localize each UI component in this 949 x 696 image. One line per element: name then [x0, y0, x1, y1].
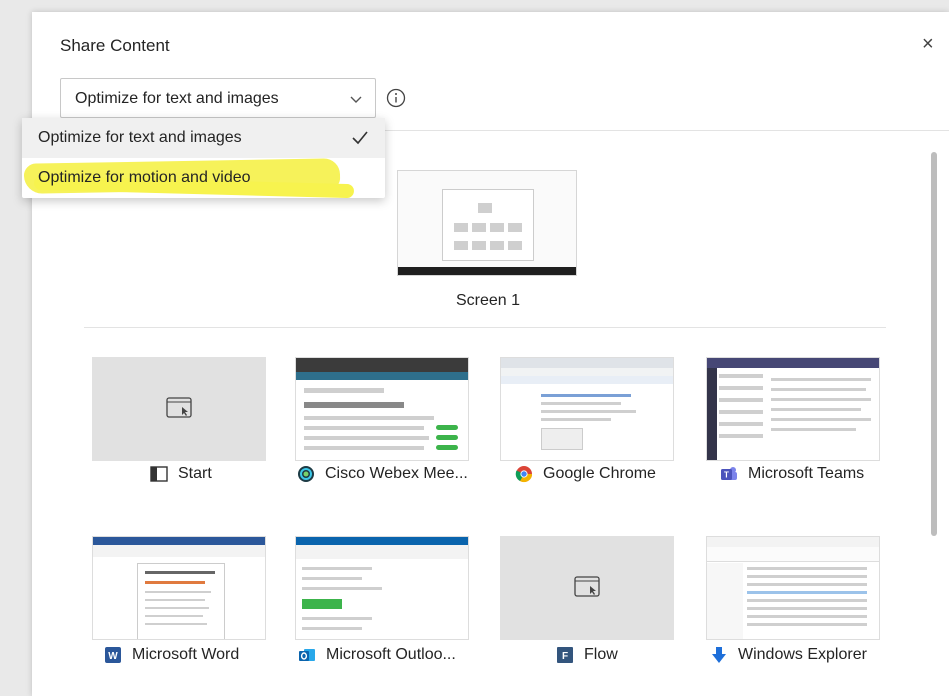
checkmark-icon — [352, 131, 368, 145]
dialog-title: Share Content — [60, 36, 170, 55]
app-outlook[interactable]: Microsoft Outloo... — [298, 646, 456, 664]
optimize-select-value: Optimize for text and images — [75, 90, 279, 107]
menu-item-label: Optimize for text and images — [38, 129, 242, 146]
window-icon — [150, 466, 168, 482]
app-chrome[interactable]: Google Chrome — [515, 465, 656, 483]
teams-icon: T — [721, 467, 737, 480]
app-teams-label: Microsoft Teams — [748, 465, 865, 482]
menu-item-motion-video[interactable]: Optimize for motion and video — [22, 158, 385, 199]
word-thumbnail[interactable] — [92, 536, 266, 640]
svg-text:F: F — [562, 651, 568, 662]
app-outlook-label: Microsoft Outloo... — [326, 646, 456, 663]
app-word[interactable]: W Microsoft Word — [104, 646, 239, 664]
app-webex[interactable]: Cisco Webex Mee... — [297, 465, 468, 483]
section-divider — [84, 327, 886, 328]
optimize-select[interactable]: Optimize for text and images — [60, 78, 376, 118]
app-word-label: Microsoft Word — [132, 646, 240, 663]
share-content-dialog: Share Content × Optimize for text and im… — [32, 12, 949, 696]
app-explorer-label: Windows Explorer — [738, 646, 867, 663]
teams-thumbnail[interactable] — [706, 357, 880, 461]
close-icon[interactable]: × — [922, 34, 934, 54]
outlook-icon — [299, 649, 315, 661]
scrollbar[interactable] — [931, 152, 937, 536]
window-pointer-icon — [166, 397, 192, 418]
flow-thumbnail[interactable] — [500, 536, 674, 640]
app-chrome-label: Google Chrome — [543, 465, 656, 482]
chrome-icon — [515, 466, 533, 483]
screen-1-label: Screen 1 — [456, 292, 521, 309]
word-icon: W — [105, 647, 121, 663]
outlook-thumbnail[interactable] — [295, 536, 469, 640]
app-webex-label: Cisco Webex Mee... — [325, 465, 468, 482]
webex-icon — [298, 466, 314, 482]
window-pointer-icon — [574, 576, 600, 597]
app-start-label: Start — [178, 465, 212, 482]
menu-item-text-images[interactable]: Optimize for text and images — [22, 118, 385, 158]
webex-thumbnail[interactable] — [295, 357, 469, 461]
screen-1-thumbnail[interactable] — [397, 170, 577, 276]
flow-icon: F — [557, 647, 573, 663]
menu-item-label: Optimize for motion and video — [38, 169, 251, 186]
download-arrow-icon — [712, 647, 726, 663]
chevron-down-icon — [350, 96, 362, 103]
app-flow[interactable]: F Flow — [556, 646, 618, 664]
svg-text:W: W — [108, 651, 118, 662]
info-icon[interactable] — [386, 88, 406, 108]
app-explorer[interactable]: Windows Explorer — [710, 646, 867, 664]
app-flow-label: Flow — [584, 646, 618, 663]
start-thumbnail[interactable] — [92, 357, 266, 461]
chrome-thumbnail[interactable] — [500, 357, 674, 461]
app-teams[interactable]: T Microsoft Teams — [720, 465, 864, 483]
svg-text:T: T — [724, 471, 729, 480]
app-start[interactable]: Start — [150, 465, 212, 483]
explorer-thumbnail[interactable] — [706, 536, 880, 640]
optimize-dropdown-menu: Optimize for text and images Optimize fo… — [22, 118, 385, 199]
